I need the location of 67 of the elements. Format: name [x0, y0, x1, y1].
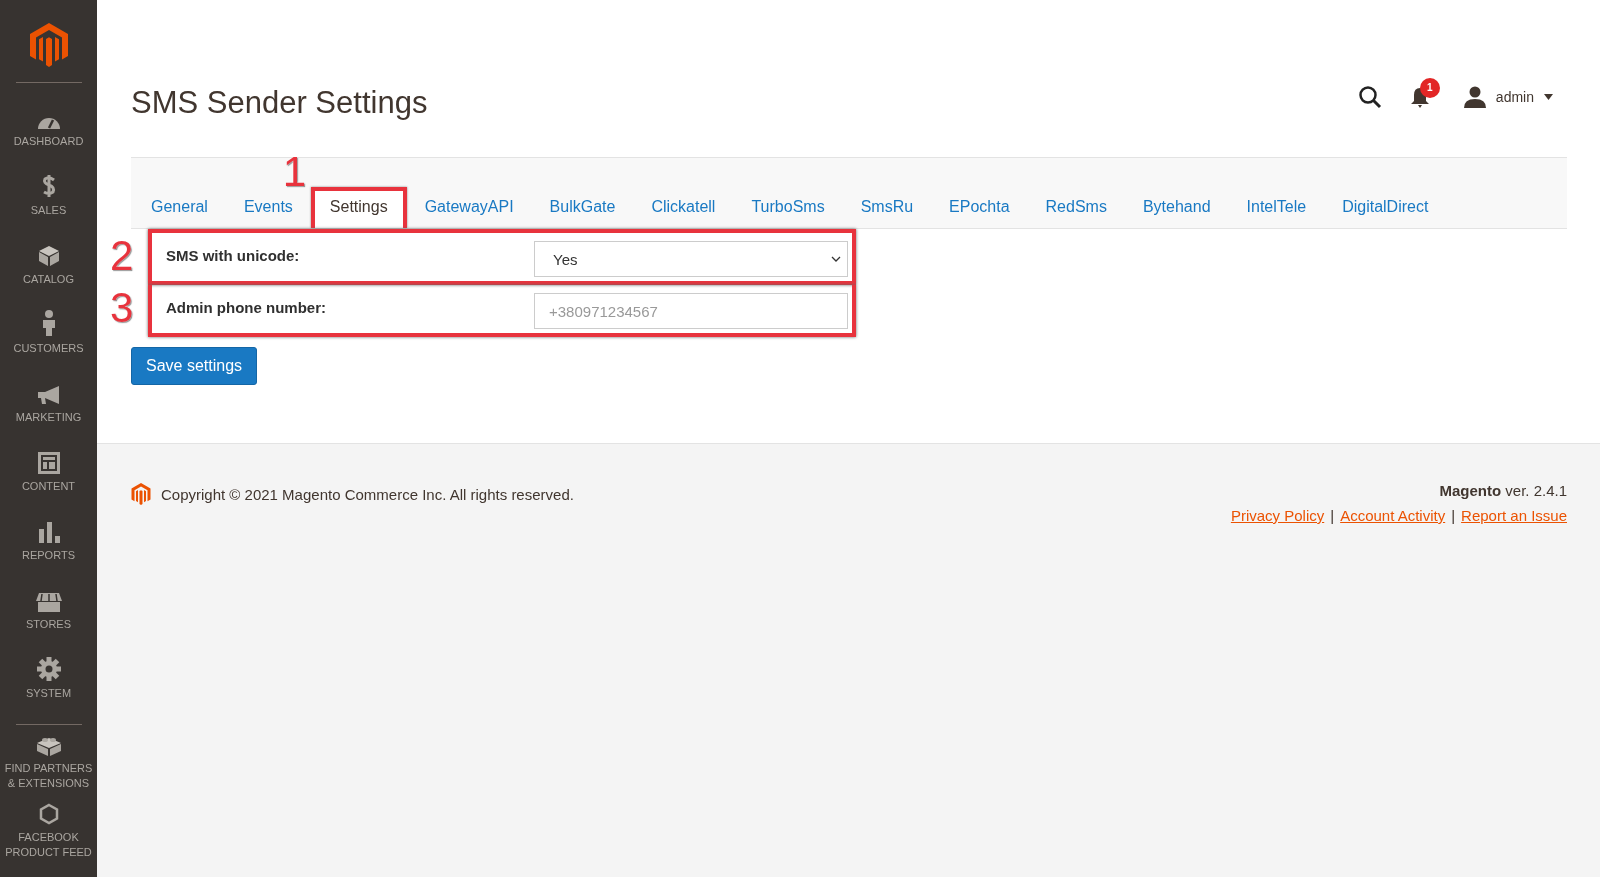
- sidebar-item[interactable]: FIND PARTNERS & EXTENSIONS: [2, 731, 95, 791]
- save-button[interactable]: Save settings: [131, 347, 258, 385]
- user-icon: [1463, 85, 1486, 108]
- sidebar-label: CATALOG: [22, 272, 75, 287]
- sidebar-item[interactable]: SYSTEM: [2, 641, 95, 701]
- storefront-icon: [35, 592, 62, 612]
- sidebar-label: FIND PARTNERS & EXTENSIONS: [3, 761, 94, 791]
- version-text: Magento ver. 2.4.1: [1439, 482, 1567, 499]
- tab[interactable]: Clickatell: [633, 188, 734, 228]
- gauge-icon: [36, 115, 61, 129]
- sidebar-item[interactable]: FACEBOOK PRODUCT FEED: [2, 800, 95, 860]
- logo-icon[interactable]: [28, 22, 69, 68]
- tab[interactable]: SmsRu: [842, 188, 932, 228]
- layout-icon: [37, 452, 60, 474]
- tab[interactable]: GatewayAPI: [406, 188, 532, 228]
- select-field[interactable]: Yes: [534, 241, 848, 277]
- sidebar-label: SALES: [29, 203, 68, 218]
- chevron-down-icon: [831, 256, 841, 262]
- tab[interactable]: BulkGate: [531, 188, 634, 228]
- settings-icon: [36, 657, 61, 681]
- sidebar-label: REPORTS: [21, 548, 76, 563]
- field-label: SMS with unicode:: [166, 246, 300, 264]
- field-label: Admin phone number:: [166, 298, 326, 316]
- copyright-text: Copyright © 2021 Magento Commerce Inc. All rights reserved.: [161, 485, 574, 503]
- megaphone-icon: [36, 385, 61, 405]
- sidebar-item[interactable]: SALES: [2, 158, 95, 218]
- sidebar-label: SYSTEM: [24, 686, 73, 701]
- tab[interactable]: IntelTele: [1228, 188, 1325, 228]
- input-field[interactable]: +380971234567: [534, 293, 848, 329]
- tab[interactable]: RedSms: [1027, 188, 1125, 228]
- logo-icon: [131, 482, 151, 506]
- sidebar-item[interactable]: CONTENT: [2, 434, 95, 494]
- separator: |: [1451, 507, 1456, 524]
- sidebar-item[interactable]: CATALOG: [2, 227, 95, 287]
- notification-count: 1: [1419, 77, 1440, 98]
- callout-number: 2: [110, 235, 134, 277]
- bar-chart-icon: [37, 521, 60, 543]
- person-icon: [41, 310, 56, 336]
- sidebar-item[interactable]: MARKETING: [2, 365, 95, 425]
- tab[interactable]: Bytehand: [1124, 188, 1229, 228]
- sidebar-label: DASHBOARD: [12, 134, 85, 149]
- dollar-icon: [40, 174, 57, 198]
- tab[interactable]: TurboSms: [733, 188, 843, 228]
- sidebar-item[interactable]: STORES: [2, 572, 95, 632]
- caret-icon: [1544, 93, 1553, 100]
- tab[interactable]: Settings: [310, 187, 407, 228]
- tab[interactable]: EPochta: [931, 188, 1028, 228]
- box-icon: [37, 245, 60, 267]
- user-menu[interactable]: admin: [1463, 85, 1553, 108]
- sidebar-item[interactable]: DASHBOARD: [2, 89, 95, 149]
- hexagon-icon: [38, 803, 59, 825]
- sidebar-label: MARKETING: [14, 410, 83, 425]
- sidebar-item[interactable]: CUSTOMERS: [2, 296, 95, 356]
- footer-link[interactable]: Account Activity: [1340, 507, 1446, 524]
- callout-number: 3: [110, 287, 134, 329]
- sidebar-label: FACEBOOK PRODUCT FEED: [4, 830, 93, 860]
- sidebar-label: CUSTOMERS: [12, 341, 85, 356]
- footer-link[interactable]: Privacy Policy: [1230, 507, 1325, 524]
- separator: |: [1330, 507, 1335, 524]
- tab[interactable]: General: [133, 188, 226, 228]
- page-title: SMS Sender Settings: [131, 84, 428, 121]
- footer-link[interactable]: Report an Issue: [1461, 507, 1567, 524]
- search-icon[interactable]: [1357, 84, 1382, 109]
- sidebar-label: CONTENT: [20, 479, 77, 494]
- sidebar-item[interactable]: REPORTS: [2, 503, 95, 563]
- tab[interactable]: DigitalDirect: [1324, 188, 1447, 228]
- sidebar-label: STORES: [25, 617, 72, 632]
